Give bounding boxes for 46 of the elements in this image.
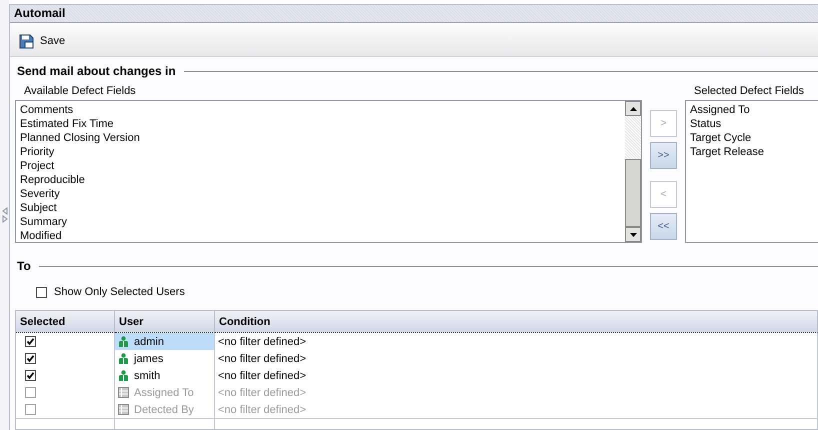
list-item[interactable]: Planned Closing Version <box>20 131 621 145</box>
user-name[interactable]: james <box>134 352 164 364</box>
list-item[interactable]: Estimated Fix Time <box>20 117 621 131</box>
scrollbar[interactable] <box>625 101 641 242</box>
collapse-arrows-icon[interactable] <box>2 207 8 223</box>
list-label: Available Defect Fields <box>23 84 137 99</box>
remove-all-button[interactable]: << <box>650 213 677 240</box>
user-name[interactable]: smith <box>134 370 160 382</box>
column-header[interactable]: Selected <box>16 311 115 333</box>
list-item[interactable]: Reproducible <box>20 173 621 187</box>
save-button[interactable]: Save <box>16 32 68 50</box>
table-icon <box>118 404 129 415</box>
table-icon <box>118 387 129 398</box>
checkbox-label[interactable]: Show Only Selected Users <box>54 286 185 298</box>
condition-text[interactable]: <no filter defined> <box>218 370 306 382</box>
list-item[interactable]: Priority <box>20 145 621 159</box>
list-item[interactable]: Modified <box>20 229 621 243</box>
list-item[interactable]: Project <box>20 159 621 173</box>
list-item[interactable]: Subject <box>20 201 621 215</box>
add-all-button[interactable]: >> <box>650 142 677 169</box>
section-heading: To <box>17 259 31 273</box>
checkbox[interactable] <box>25 370 36 381</box>
scroll-up-icon[interactable] <box>630 106 636 110</box>
user-icon <box>118 336 129 347</box>
list-item[interactable]: Target Release <box>690 145 814 159</box>
list-item[interactable]: Comments <box>20 103 621 117</box>
column-header[interactable]: User <box>115 311 215 333</box>
window-title: Automail <box>10 5 818 23</box>
section-heading: Send mail about changes in <box>17 64 176 78</box>
column-header[interactable]: Condition <box>215 311 818 333</box>
list-label: Selected Defect Fields <box>693 84 806 99</box>
list-item[interactable]: Summary <box>20 215 621 229</box>
selected-fields-list[interactable]: Assigned To Status Target Cycle Target Release <box>685 100 818 243</box>
checkbox[interactable] <box>36 286 47 298</box>
user-icon <box>118 353 129 364</box>
user-icon <box>118 370 129 381</box>
list-item[interactable]: Assigned To <box>690 103 814 117</box>
checkbox[interactable] <box>25 353 36 364</box>
list-item[interactable]: Severity <box>20 187 621 201</box>
available-fields-list[interactable]: Comments Estimated Fix Time Planned Closing Version Priority Project Reproducible Severity Subject Summary Modified <box>15 100 642 243</box>
list-item[interactable]: Target Cycle <box>690 131 814 145</box>
checkbox[interactable] <box>25 336 36 347</box>
condition-text[interactable]: <no filter defined> <box>218 336 306 348</box>
list-item[interactable]: Status <box>690 117 814 131</box>
scroll-down-icon[interactable] <box>630 232 636 236</box>
condition-text[interactable]: <no filter defined> <box>218 352 306 364</box>
